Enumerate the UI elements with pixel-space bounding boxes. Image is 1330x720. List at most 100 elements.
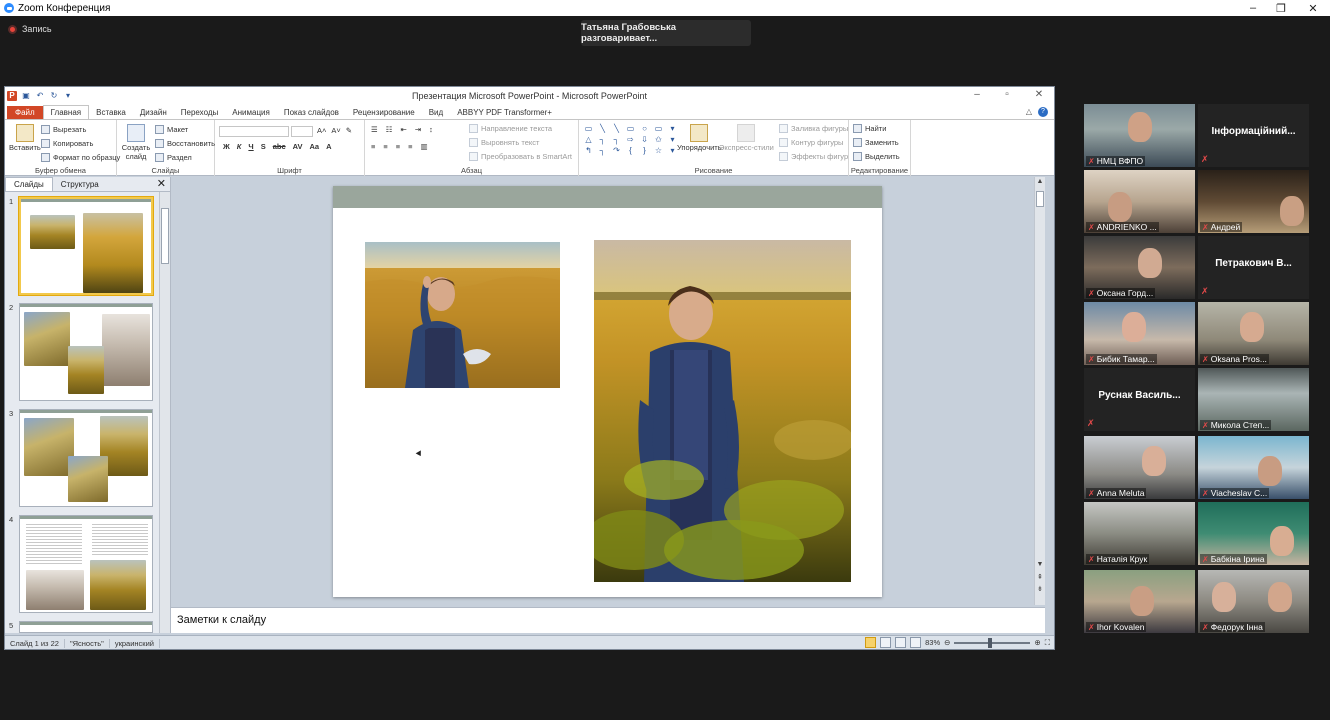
shapes-gallery[interactable]: ▭ ╲ ╲ ▭ ○ ▭ ▾ △ ┐ ┐ ⇨ ⇩ ✩ ▾ ↰ ┐ ↷{} ☆ ▾ [583, 124, 679, 155]
ppt-close-button[interactable]: ✕ [1029, 89, 1049, 100]
new-slide-button[interactable]: Создать слайд [121, 124, 151, 161]
tab-animations[interactable]: Анимация [225, 106, 277, 119]
align-left-icon[interactable]: ≡ [371, 142, 375, 151]
justify-icon[interactable]: ≡ [408, 142, 412, 151]
tab-view[interactable]: Вид [422, 106, 450, 119]
slide-thumbnail[interactable] [19, 303, 153, 401]
theme-name[interactable]: "Ясность" [65, 638, 110, 648]
arrange-button[interactable]: Упорядочить [677, 124, 722, 152]
italic-icon[interactable]: К [237, 142, 242, 151]
font-size-combo[interactable] [291, 126, 313, 137]
bold-icon[interactable]: Ж [223, 142, 230, 151]
close-panel-icon[interactable]: ✕ [157, 177, 166, 190]
zoom-level[interactable]: 83% [925, 638, 940, 647]
strikethrough-icon[interactable]: abc [273, 142, 286, 151]
select-button[interactable]: Выделить [853, 152, 900, 161]
participant-tile[interactable]: ✗ Oksana Pros... [1198, 302, 1309, 365]
tab-outline[interactable]: Структура [53, 178, 107, 191]
tab-transitions[interactable]: Переходы [174, 106, 226, 119]
replace-button[interactable]: Заменить [853, 138, 899, 147]
participant-tile[interactable]: ✗ Бибик Тамар... [1084, 302, 1195, 365]
shape-effects-button[interactable]: Эффекты фигур [779, 152, 848, 161]
tab-abbyy[interactable]: ABBYY PDF Transformer+ [450, 106, 559, 119]
align-right-icon[interactable]: ≡ [396, 142, 400, 151]
participant-tile[interactable]: ✗ Anna Meluta [1084, 436, 1195, 499]
line-spacing-icon[interactable]: ↕ [429, 125, 433, 134]
tab-home[interactable]: Главная [42, 105, 90, 119]
participant-tile[interactable]: ✗ НМЦ ВФПО [1084, 104, 1195, 167]
slideshow-view-icon[interactable] [910, 637, 922, 648]
participant-tile[interactable]: Інформаційний... ✗ [1198, 104, 1309, 167]
scroll-up-icon[interactable]: ▲ [1035, 178, 1045, 185]
participant-tile[interactable]: ✗ Наталія Крук [1084, 502, 1195, 565]
quick-styles-button[interactable]: Экспресс-стили [719, 124, 774, 152]
participant-tile[interactable]: ✗ Ihor Kovalen [1084, 570, 1195, 633]
text-direction-button[interactable]: Направление текста [469, 124, 552, 133]
reading-view-icon[interactable] [895, 637, 907, 648]
fit-window-icon[interactable]: ⛶ [1045, 638, 1050, 648]
slide-thumbnail[interactable] [19, 409, 153, 507]
slide-photo-boy-soybeans[interactable] [594, 240, 851, 582]
next-slide-icon[interactable]: ⇟ [1035, 585, 1045, 593]
zoom-in-icon[interactable]: ⊕ [1034, 638, 1040, 647]
paste-button[interactable]: Вставить [9, 124, 41, 152]
shrink-font-icon[interactable]: A˅ [331, 126, 340, 135]
indent-icon[interactable]: ⇤ [400, 125, 406, 134]
spacing-icon[interactable]: AV [293, 142, 303, 151]
grow-font-icon[interactable]: A˄ [317, 126, 326, 135]
tab-file[interactable]: Файл [7, 106, 43, 119]
participant-tile[interactable]: ✗ ANDRIENKO ... [1084, 170, 1195, 233]
shape-outline-button[interactable]: Контур фигуры [779, 138, 843, 147]
format-painter-button[interactable]: Формат по образцу [41, 153, 120, 162]
numbering-icon[interactable]: ☷ [386, 125, 393, 134]
minimize-ribbon-icon[interactable]: △ [1026, 107, 1032, 117]
tab-slides[interactable]: Слайды [5, 177, 53, 191]
participant-tile[interactable]: ✗ Андрей [1198, 170, 1309, 233]
prev-slide-icon[interactable]: ⇞ [1035, 573, 1045, 581]
slide-thumbnail[interactable] [19, 621, 153, 633]
slide-thumbnail[interactable] [19, 515, 153, 613]
current-slide[interactable] [333, 186, 882, 597]
underline-icon[interactable]: Ч [248, 142, 253, 151]
slides-panel-scrollbar[interactable] [159, 192, 170, 633]
align-center-icon[interactable]: ≡ [383, 142, 387, 151]
shadow-icon[interactable]: S [261, 142, 266, 151]
zoom-slider[interactable] [954, 637, 1031, 648]
font-color-icon[interactable]: A [326, 142, 331, 151]
tab-design[interactable]: Дизайн [133, 106, 174, 119]
canvas-scrollbar[interactable]: ▲ ▼ ⇞ ⇟ [1034, 177, 1045, 605]
recording-indicator[interactable]: Запись [8, 24, 52, 34]
clear-format-icon[interactable]: ✎ [346, 126, 352, 135]
layout-button[interactable]: Макет [155, 125, 188, 134]
participant-tile[interactable]: ✗ Федорук Інна [1198, 570, 1309, 633]
participant-tile[interactable]: ✗ Viacheslav C... [1198, 436, 1309, 499]
participant-tile[interactable]: Руснак Василь... ✗ [1084, 368, 1195, 431]
reset-button[interactable]: Восстановить [155, 139, 215, 148]
participant-tile[interactable]: ✗ Оксана Горд... [1084, 236, 1195, 299]
close-button[interactable]: ✕ [1298, 0, 1328, 16]
slide-thumbnail[interactable] [19, 197, 153, 295]
canvas-scrollbar-thumb[interactable] [1036, 191, 1044, 207]
help-icon[interactable]: ? [1038, 107, 1048, 117]
find-button[interactable]: Найти [853, 124, 886, 133]
scrollbar-thumb[interactable] [161, 208, 169, 264]
ppt-minimize-button[interactable]: – [967, 89, 987, 100]
font-name-combo[interactable] [219, 126, 289, 137]
zoom-out-icon[interactable]: ⊖ [944, 638, 950, 647]
minimize-button[interactable]: – [1238, 0, 1268, 16]
case-icon[interactable]: Aa [310, 142, 320, 151]
notes-pane[interactable]: Заметки к слайду [171, 607, 1045, 633]
copy-button[interactable]: Копировать [41, 139, 93, 148]
bullets-icon[interactable]: ☰ [371, 125, 378, 134]
slide-sorter-icon[interactable] [880, 637, 892, 648]
columns-icon[interactable]: ▥ [421, 142, 428, 151]
participant-tile[interactable]: Петракович В... ✗ [1198, 236, 1309, 299]
tab-slideshow[interactable]: Показ слайдов [277, 106, 346, 119]
cut-button[interactable]: Вырезать [41, 125, 86, 134]
language-indicator[interactable]: украинский [110, 638, 160, 648]
ppt-maximize-button[interactable]: ▫ [997, 89, 1017, 100]
shape-fill-button[interactable]: Заливка фигуры [779, 124, 848, 133]
outdent-icon[interactable]: ⇥ [415, 125, 421, 134]
smartart-button[interactable]: Преобразовать в SmartArt [469, 152, 572, 161]
participant-tile[interactable]: ✗ Бабкіна Ірина [1198, 502, 1309, 565]
